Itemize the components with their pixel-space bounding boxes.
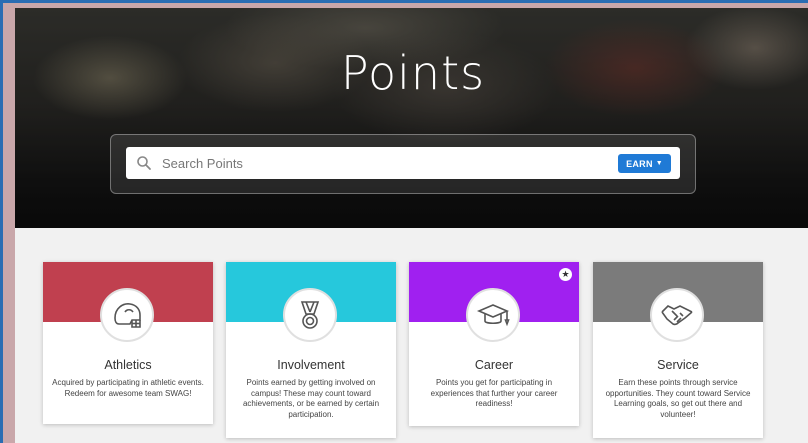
medal-icon: [300, 301, 320, 329]
card-description: Acquired by participating in athletic ev…: [52, 378, 204, 398]
card-title: Career: [474, 358, 514, 372]
card-icon-circle: [100, 288, 154, 342]
search-icon: [137, 156, 151, 170]
card-icon-circle: [283, 288, 337, 342]
card-career[interactable]: ★ Career Points you get for participatin…: [409, 262, 579, 426]
card-description: Earn these points through service opport…: [605, 378, 751, 419]
handshake-icon: [661, 305, 693, 326]
card-icon-circle: [466, 288, 520, 342]
hero-overlay: [15, 8, 808, 228]
hero-banner: Points EARN ▼: [15, 8, 808, 228]
cards-section: Athletics Acquired by participating in a…: [15, 228, 808, 443]
card-icon-circle: [650, 288, 704, 342]
search-bar: EARN ▼: [126, 147, 680, 179]
app-frame: Points EARN ▼: [0, 0, 808, 443]
card-title: Athletics: [104, 358, 152, 372]
helmet-icon: [114, 303, 141, 328]
card-description: Points you get for participating in expe…: [430, 378, 558, 408]
earn-dropdown-button[interactable]: EARN ▼: [618, 154, 671, 173]
card-involvement[interactable]: Involvement Points earned by getting inv…: [226, 262, 396, 438]
card-service[interactable]: Service Earn these points through servic…: [593, 262, 763, 438]
card-athletics[interactable]: Athletics Acquired by participating in a…: [43, 262, 213, 424]
search-input[interactable]: [162, 147, 582, 179]
earn-label: EARN: [626, 158, 653, 169]
graduation-cap-icon: [476, 304, 510, 327]
search-panel: EARN ▼: [110, 134, 696, 194]
card-title: Involvement: [277, 358, 345, 372]
card-description: Points earned by getting involved on cam…: [242, 378, 380, 419]
star-icon[interactable]: ★: [559, 268, 572, 281]
page-title: Points: [340, 46, 486, 100]
caret-down-icon: ▼: [655, 160, 663, 167]
card-title: Service: [657, 358, 699, 372]
